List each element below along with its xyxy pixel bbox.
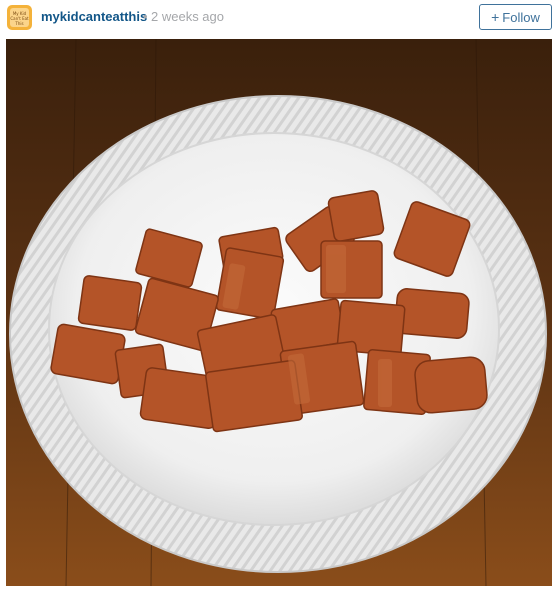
avatar[interactable]: My Kid Can't Eat This — [7, 5, 32, 30]
username-link[interactable]: mykidcanteatthis — [41, 9, 147, 24]
separator-dot: • — [143, 9, 148, 24]
hotdog-plate-image — [6, 39, 552, 586]
follow-button[interactable]: + Follow — [479, 4, 552, 30]
avatar-logo: My Kid Can't Eat This — [10, 8, 29, 27]
post-photo[interactable] — [6, 39, 552, 586]
post-timestamp[interactable]: 2 weeks ago — [151, 9, 224, 24]
post-header: My Kid Can't Eat This mykidcanteatthis •… — [0, 0, 558, 36]
plus-icon: + — [491, 9, 500, 25]
follow-button-label: Follow — [502, 9, 540, 25]
